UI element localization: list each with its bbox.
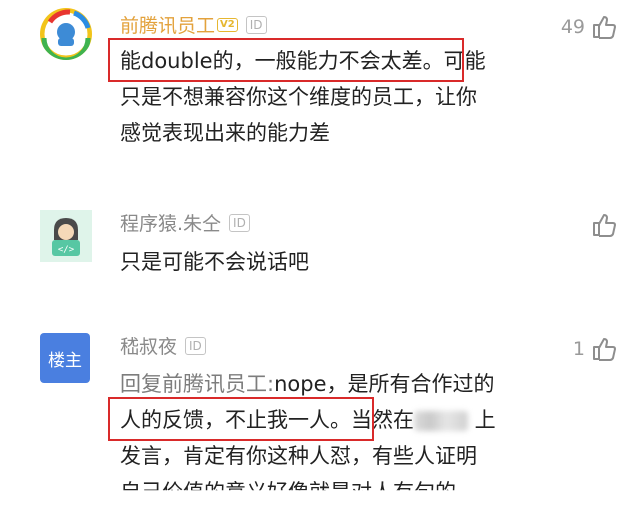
- thumbs-up-icon: [593, 214, 616, 237]
- thumbs-up-icon: [593, 16, 616, 39]
- username-vip[interactable]: 前腾讯员工 V2 ID: [120, 14, 267, 38]
- like-button[interactable]: [591, 210, 617, 240]
- reply-prefix[interactable]: 回复前腾讯员工:: [120, 372, 274, 396]
- tencent-news-logo-icon: [40, 8, 92, 60]
- like-count: 1: [572, 338, 585, 360]
- vip-badge: V2: [217, 17, 238, 32]
- id-badge: ID: [245, 15, 267, 34]
- like-button[interactable]: 1: [573, 334, 617, 364]
- programmer-avatar-icon: </>: [40, 210, 92, 262]
- username[interactable]: 程序猿.朱仝 ID: [120, 212, 250, 236]
- blurred-text: [414, 411, 468, 431]
- username[interactable]: 嵇叔夜 ID: [120, 335, 206, 359]
- comment-body: 只是可能不会说话吧: [120, 250, 309, 274]
- like-button[interactable]: 49: [561, 12, 617, 42]
- like-count: 49: [560, 16, 585, 38]
- user-avatar[interactable]: </>: [40, 210, 92, 262]
- svg-text:</>: </>: [58, 245, 75, 255]
- id-badge: ID: [229, 213, 250, 232]
- comment-body: 回复前腾讯员工:nope，是所有合作过的 人的反馈，不止我一人。当然在 上 发言…: [120, 372, 496, 504]
- id-badge: ID: [185, 336, 206, 355]
- comment-body: 能double的，一般能力不会太差。可能 只是不想兼容你这个维度的员工，让你 感…: [120, 49, 486, 145]
- user-avatar[interactable]: [40, 8, 92, 60]
- thumbs-up-icon: [593, 338, 616, 361]
- op-badge: 楼主: [40, 333, 90, 383]
